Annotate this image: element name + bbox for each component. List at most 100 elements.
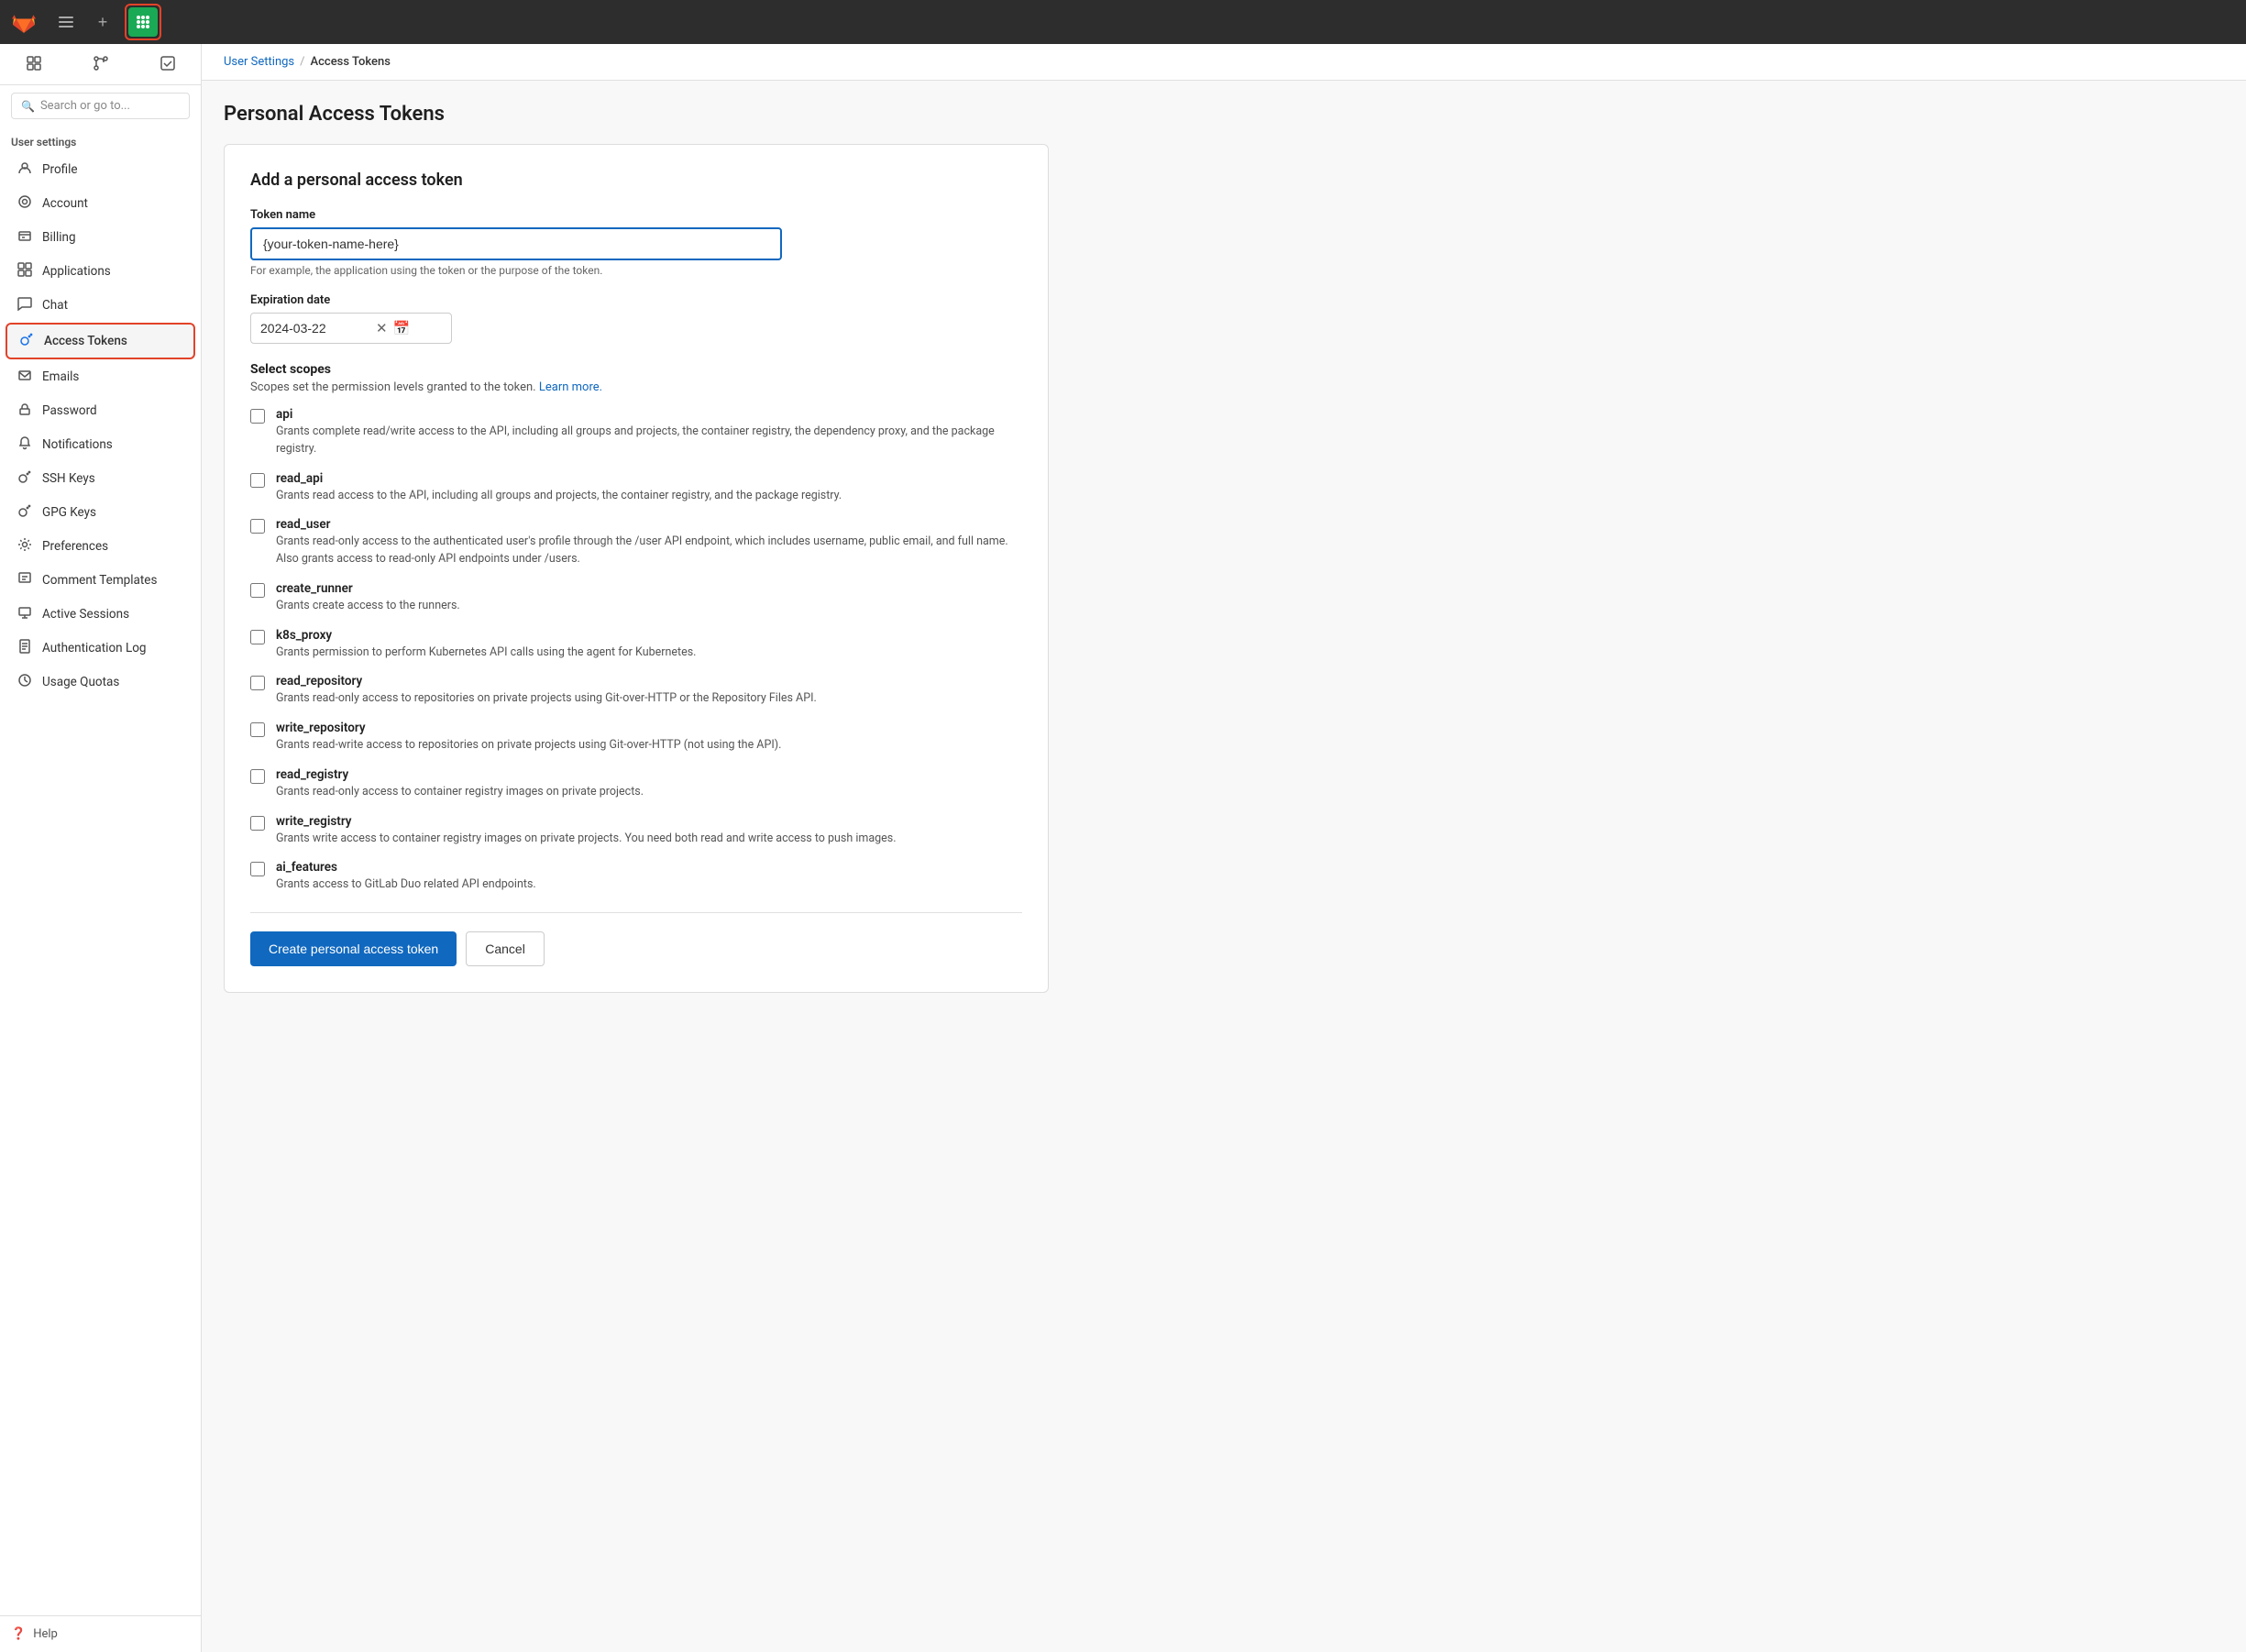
sidebar-item-applications[interactable]: Applications — [6, 255, 195, 288]
billing-icon — [17, 228, 33, 247]
sidebar-item-label-applications: Applications — [42, 264, 111, 279]
cancel-button[interactable]: Cancel — [466, 931, 545, 966]
sidebar-item-profile[interactable]: Profile — [6, 153, 195, 186]
scope-content-write_registry: write_registry Grants write access to co… — [276, 814, 1022, 848]
sidebar-item-ssh-keys[interactable]: SSH Keys — [6, 462, 195, 495]
sidebar-item-notifications[interactable]: Notifications — [6, 428, 195, 461]
sidebar-item-chat[interactable]: Chat — [6, 289, 195, 322]
sidebar-item-label-emails: Emails — [42, 369, 79, 384]
card-title: Add a personal access token — [250, 171, 1022, 190]
search-placeholder: Search or go to... — [40, 99, 130, 113]
profile-icon — [17, 160, 33, 179]
sidebar-tab-board[interactable] — [0, 44, 67, 84]
scope-name-read_user: read_user — [276, 517, 1022, 532]
sidebar-item-password[interactable]: Password — [6, 394, 195, 427]
usage-quotas-icon — [17, 673, 33, 691]
divider — [250, 912, 1022, 913]
scopes-subtitle: Scopes set the permission levels granted… — [250, 380, 1022, 394]
scope-row-read_user: read_user Grants read-only access to the… — [250, 517, 1022, 568]
sidebar-item-preferences[interactable]: Preferences — [6, 530, 195, 563]
applications-icon — [17, 262, 33, 281]
button-row: Create personal access token Cancel — [250, 931, 1022, 966]
chat-icon — [17, 296, 33, 314]
calendar-button[interactable]: 📅 — [393, 320, 411, 336]
sidebar-item-authentication-log[interactable]: Authentication Log — [6, 632, 195, 665]
grid-dots-icon — [134, 13, 152, 31]
scope-checkbox-read_registry[interactable] — [250, 769, 265, 784]
sidebar-item-label-ssh-keys: SSH Keys — [42, 471, 95, 486]
scope-row-read_repository: read_repository Grants read-only access … — [250, 674, 1022, 708]
sidebar-tab-todo[interactable] — [134, 44, 201, 84]
scope-name-create_runner: create_runner — [276, 581, 1022, 596]
sidebar-item-label-account: Account — [42, 196, 88, 211]
scope-desc-read_api: Grants read access to the API, including… — [276, 488, 1022, 505]
scope-row-k8s_proxy: k8s_proxy Grants permission to perform K… — [250, 628, 1022, 662]
sidebar-item-usage-quotas[interactable]: Usage Quotas — [6, 666, 195, 699]
scope-desc-write_registry: Grants write access to container registr… — [276, 831, 1022, 848]
scope-desc-k8s_proxy: Grants permission to perform Kubernetes … — [276, 644, 1022, 662]
scope-desc-create_runner: Grants create access to the runners. — [276, 598, 1022, 615]
scope-desc-write_repository: Grants read-write access to repositories… — [276, 737, 1022, 754]
new-item-button[interactable]: + — [88, 7, 117, 37]
scope-checkbox-create_runner[interactable] — [250, 583, 265, 598]
sidebar-item-gpg-keys[interactable]: GPG Keys — [6, 496, 195, 529]
sidebar-section-label: User settings — [0, 127, 201, 152]
access-tokens-icon — [18, 332, 35, 350]
sidebar-toggle-button[interactable] — [51, 7, 81, 37]
token-name-hint: For example, the application using the t… — [250, 264, 1022, 277]
sidebar-item-emails[interactable]: Emails — [6, 360, 195, 393]
scopes-list: api Grants complete read/write access to… — [250, 407, 1022, 894]
scope-checkbox-k8s_proxy[interactable] — [250, 630, 265, 644]
sidebar-tabs — [0, 44, 201, 85]
expiration-date-group: Expiration date ✕ 📅 — [250, 293, 1022, 344]
scope-desc-read_user: Grants read-only access to the authentic… — [276, 534, 1022, 568]
sidebar-tab-merge[interactable] — [67, 44, 134, 84]
scope-content-create_runner: create_runner Grants create access to th… — [276, 581, 1022, 615]
scope-name-k8s_proxy: k8s_proxy — [276, 628, 1022, 643]
sidebar-item-label-preferences: Preferences — [42, 539, 108, 554]
sidebar-help[interactable]: ❓ Help — [0, 1615, 201, 1652]
search-icon: 🔍 — [21, 100, 35, 113]
scope-checkbox-read_api[interactable] — [250, 473, 265, 488]
scope-content-read_repository: read_repository Grants read-only access … — [276, 674, 1022, 708]
topbar: + — [0, 0, 2246, 44]
ssh-keys-icon — [17, 469, 33, 488]
scope-checkbox-write_repository[interactable] — [250, 722, 265, 737]
search-box[interactable]: 🔍 Search or go to... — [11, 93, 190, 119]
scope-checkbox-read_user[interactable] — [250, 519, 265, 534]
sidebar-item-label-profile: Profile — [42, 162, 78, 177]
scope-content-api: api Grants complete read/write access to… — [276, 407, 1022, 458]
breadcrumb-separator: / — [300, 55, 304, 69]
sidebar-item-access-tokens[interactable]: Access Tokens — [6, 323, 195, 359]
scopes-section: Select scopes Scopes set the permission … — [250, 362, 1022, 894]
scope-checkbox-ai_features[interactable] — [250, 862, 265, 876]
scope-content-read_api: read_api Grants read access to the API, … — [276, 471, 1022, 505]
sidebar-item-label-chat: Chat — [42, 298, 68, 313]
password-icon — [17, 402, 33, 420]
scope-checkbox-api[interactable] — [250, 409, 265, 424]
token-name-label: Token name — [250, 208, 1022, 222]
learn-more-link[interactable]: Learn more. — [539, 380, 602, 394]
sidebar-item-label-notifications: Notifications — [42, 437, 113, 452]
scope-name-write_repository: write_repository — [276, 721, 1022, 735]
active-sessions-icon — [17, 605, 33, 623]
scope-row-create_runner: create_runner Grants create access to th… — [250, 581, 1022, 615]
active-feature-icon[interactable] — [128, 7, 158, 37]
sidebar-item-active-sessions[interactable]: Active Sessions — [6, 598, 195, 631]
breadcrumb-parent[interactable]: User Settings — [224, 55, 294, 69]
page-title: Personal Access Tokens — [224, 103, 2224, 126]
sidebar: 🔍 Search or go to... User settings Profi… — [0, 44, 202, 1652]
clear-date-button[interactable]: ✕ — [376, 320, 388, 336]
scope-name-read_api: read_api — [276, 471, 1022, 486]
sidebar-item-account[interactable]: Account — [6, 187, 195, 220]
scope-checkbox-read_repository[interactable] — [250, 676, 265, 690]
create-token-button[interactable]: Create personal access token — [250, 931, 457, 966]
sidebar-item-label-usage-quotas: Usage Quotas — [42, 675, 119, 689]
sidebar-item-label-active-sessions: Active Sessions — [42, 607, 129, 622]
sidebar-item-billing[interactable]: Billing — [6, 221, 195, 254]
date-input[interactable] — [260, 321, 370, 336]
scope-checkbox-write_registry[interactable] — [250, 816, 265, 831]
sidebar-item-comment-templates[interactable]: Comment Templates — [6, 564, 195, 597]
scope-name-read_registry: read_registry — [276, 767, 1022, 782]
token-name-input[interactable] — [250, 227, 782, 260]
